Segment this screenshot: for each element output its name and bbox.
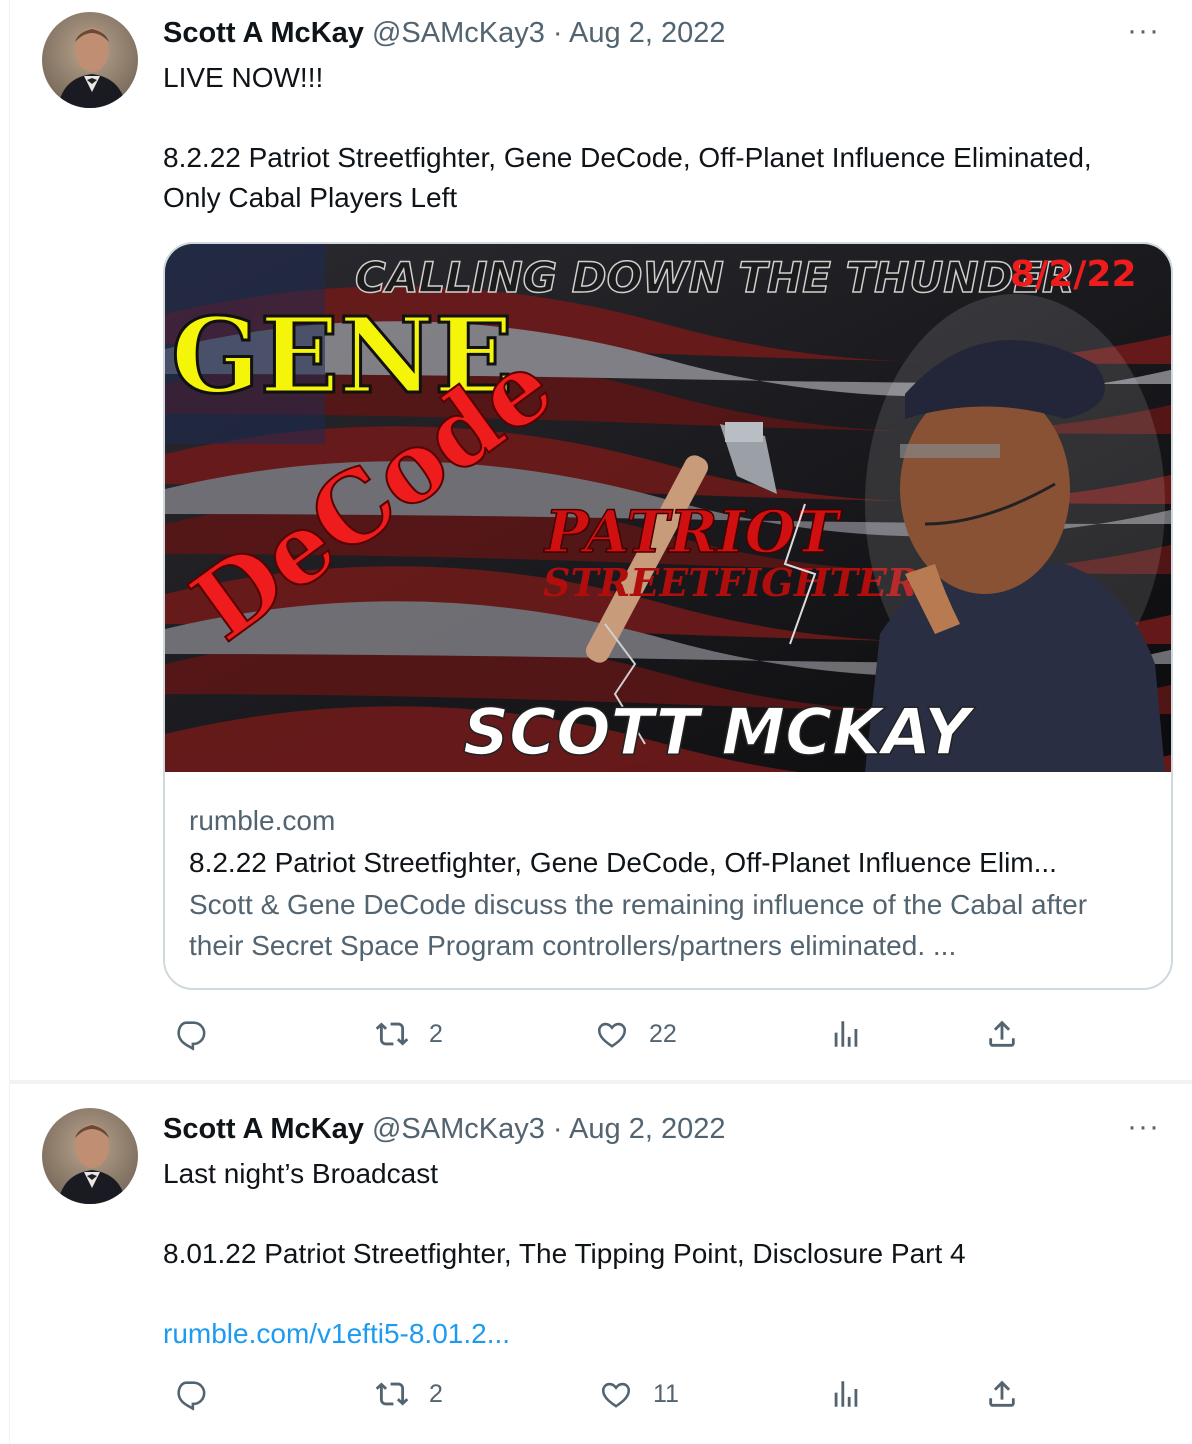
- retweet-count: 2: [429, 1379, 443, 1408]
- author-handle[interactable]: @SAMcKay3: [372, 17, 545, 49]
- tweet[interactable]: Scott A McKay @SAMcKay3 · Aug 2, 2022 ··…: [10, 0, 1192, 1080]
- reply-button[interactable]: [173, 1374, 227, 1414]
- like-button[interactable]: 11: [599, 1374, 679, 1414]
- tweet-text-line: Last night’s Broadcast: [163, 1158, 438, 1189]
- tweet-header: Scott A McKay @SAMcKay3 · Aug 2, 2022 ··…: [163, 1112, 1172, 1146]
- like-icon: [601, 1382, 631, 1408]
- more-icon[interactable]: ···: [1127, 1112, 1160, 1142]
- banner-date: 8/2/22: [1010, 254, 1137, 295]
- tweet-text-line: 8.01.22 Patriot Streetfighter, The Tippi…: [163, 1238, 966, 1269]
- card-title: 8.2.22 Patriot Streetfighter, Gene DeCod…: [189, 847, 1057, 878]
- tweet-text-line: [163, 98, 1123, 138]
- like-icon: [597, 1022, 627, 1048]
- tweet-text-line: [163, 1194, 1123, 1234]
- streetfighter-logo-text: STREETFIGHTER: [543, 560, 918, 605]
- share-icon: [989, 1020, 1015, 1047]
- share-button[interactable]: [985, 1014, 1019, 1054]
- like-button[interactable]: 22: [595, 1014, 677, 1054]
- reply-icon: [177, 1021, 206, 1051]
- tweet-text-line: LIVE NOW!!!: [163, 62, 324, 93]
- views-button[interactable]: [829, 1014, 883, 1054]
- views-icon: [834, 1021, 858, 1047]
- retweet-button[interactable]: 2: [375, 1014, 443, 1054]
- tweet-link[interactable]: rumble.com/v1efti5-8.01.2...: [163, 1318, 510, 1349]
- reply-icon: [177, 1381, 206, 1411]
- tweet-text: LIVE NOW!!! 8.2.22 Patriot Streetfighter…: [163, 58, 1123, 218]
- card-description: Scott & Gene DeCode discuss the remainin…: [189, 889, 1088, 961]
- tweet-actions: 2 22: [163, 1014, 1063, 1054]
- retweet-count: 2: [429, 1019, 443, 1048]
- tweet-text-line: 8.2.22 Patriot Streetfighter, Gene DeCod…: [163, 142, 1092, 213]
- share-button[interactable]: [985, 1374, 1019, 1414]
- retweet-icon: [375, 1382, 409, 1406]
- card-thumbnail[interactable]: CALLING DOWN THE THUNDER 8/2/22 GENE DeC…: [165, 244, 1171, 782]
- retweet-icon: [375, 1022, 409, 1046]
- tweet-text-line: [163, 1274, 1123, 1314]
- card-domain: rumble.com: [189, 805, 336, 836]
- views-button[interactable]: [829, 1374, 883, 1414]
- separator: ·: [552, 17, 563, 49]
- tweet-text: Last night’s Broadcast 8.01.22 Patriot S…: [163, 1154, 1123, 1354]
- reply-button[interactable]: [173, 1014, 227, 1054]
- host-name-text: SCOTT MCKAY: [463, 696, 976, 770]
- tweet-date[interactable]: Aug 2, 2022: [569, 17, 725, 49]
- like-count: 22: [649, 1019, 677, 1048]
- tweet-date[interactable]: Aug 2, 2022: [569, 1113, 725, 1145]
- separator: ·: [552, 1113, 563, 1145]
- author-name[interactable]: Scott A McKay: [163, 1113, 364, 1145]
- author-handle[interactable]: @SAMcKay3: [372, 1113, 545, 1145]
- author-name[interactable]: Scott A McKay: [163, 17, 364, 49]
- tweet-header: Scott A McKay @SAMcKay3 · Aug 2, 2022 ··…: [163, 16, 1172, 50]
- more-icon[interactable]: ···: [1127, 16, 1160, 46]
- like-count: 11: [653, 1379, 679, 1408]
- avatar[interactable]: [42, 1108, 138, 1204]
- avatar[interactable]: [42, 12, 138, 108]
- views-icon: [834, 1381, 858, 1407]
- tweet-actions: 2 11: [163, 1374, 1063, 1414]
- retweet-button[interactable]: 2: [375, 1374, 443, 1414]
- share-icon: [989, 1380, 1015, 1407]
- link-card[interactable]: CALLING DOWN THE THUNDER 8/2/22 GENE DeC…: [163, 242, 1173, 990]
- patriot-logo-text: PATRIOT: [543, 498, 842, 566]
- card-info: rumble.com 8.2.22 Patriot Streetfighter,…: [189, 800, 1147, 966]
- tweet[interactable]: Scott A McKay @SAMcKay3 · Aug 2, 2022 ··…: [10, 1080, 1192, 1444]
